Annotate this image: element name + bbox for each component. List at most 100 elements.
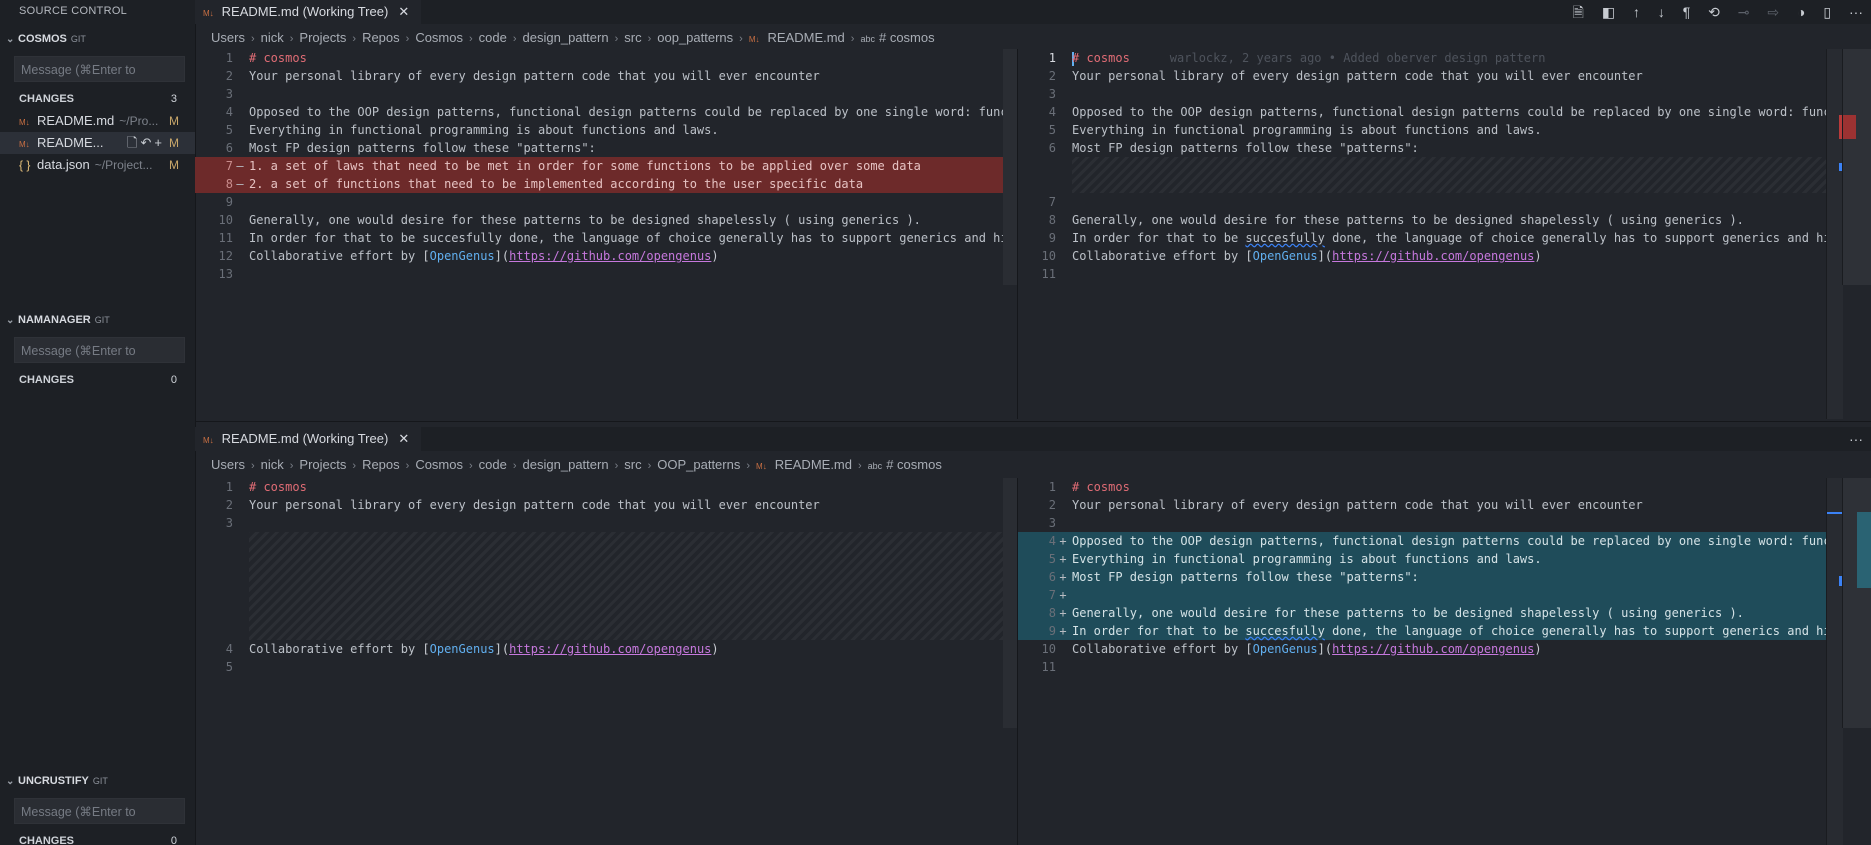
inserted-line: 4 + Opposed to the OOP design patterns, fu… (1018, 532, 1826, 550)
breadcrumb-item[interactable]: code (479, 30, 507, 45)
next-change-icon[interactable]: ↓ (1658, 4, 1665, 20)
editor-group-splitter[interactable] (195, 421, 1871, 422)
breadcrumb-item[interactable]: README.md (775, 457, 852, 472)
inserted-marker: + (1059, 552, 1067, 566)
diff-modified-pane-top[interactable]: 1 # cosmos warlockz, 2 years ago • Added o… (1018, 49, 1826, 419)
inline-view-icon[interactable]: ◧ (1602, 4, 1615, 20)
tab-readme-working-tree[interactable]: M↓ README.md (Working Tree) ✕ (195, 427, 422, 451)
breadcrumb-item[interactable]: nick (261, 30, 284, 45)
breadcrumb-item[interactable]: Cosmos (415, 30, 463, 45)
tab-readme-working-tree[interactable]: M↓ README.md (Working Tree) ✕ (195, 0, 422, 24)
git-lens-icon[interactable]: ◑ (1797, 4, 1805, 20)
code-line: 11 (1041, 660, 1056, 674)
breadcrumb-item[interactable]: # cosmos (886, 457, 942, 472)
discard-changes-icon[interactable]: ↶ (141, 135, 155, 150)
file-name: README.md (37, 113, 115, 128)
diff-original-pane-top[interactable]: 1 # cosmos 2 Your personal library of ever… (195, 49, 1003, 419)
changed-file-item[interactable]: { } data.json ~/Project... M (0, 154, 195, 176)
inserted-line: 8 + Generally, one would desire for these … (1018, 604, 1826, 622)
chevron-right-icon: › (469, 33, 473, 45)
minimap[interactable] (1842, 49, 1871, 285)
editor-actions: ··· (1835, 427, 1863, 451)
overview-ruler[interactable] (1826, 478, 1843, 845)
markdown-file-icon: M↓ (756, 462, 767, 471)
breadcrumb-item[interactable]: design_pattern (523, 457, 609, 472)
open-file-icon[interactable]: 🗋 (127, 135, 140, 150)
previous-change-icon[interactable]: ↑ (1633, 4, 1640, 20)
commit-message-input[interactable]: Message (⌘Enter to (14, 798, 185, 824)
deleted-marker: — (236, 159, 244, 173)
breadcrumb-item[interactable]: Projects (299, 457, 346, 472)
repo-tag: GIT (94, 315, 110, 325)
previous-commit-icon[interactable]: ⊸ (1738, 4, 1750, 20)
scrollbar[interactable] (1003, 49, 1017, 285)
repo-name: NAMANAGER (18, 314, 91, 326)
commit-message-input[interactable]: Message (⌘Enter to (14, 337, 185, 363)
changes-label: CHANGES (19, 374, 75, 386)
more-actions-icon[interactable]: ··· (1849, 431, 1863, 447)
markdown-file-icon: M↓ (203, 9, 214, 18)
markdown-file-icon: M↓ (203, 436, 214, 445)
open-changes-icon[interactable]: ⟲ (1708, 4, 1720, 20)
scrollbar[interactable] (1003, 478, 1017, 728)
code-line: 2 Your personal library of every design p… (1048, 69, 1643, 83)
code-line: 4 Opposed to the OOP design patterns, fun… (225, 105, 1003, 119)
breadcrumb-item[interactable]: # cosmos (879, 30, 935, 45)
breadcrumb-item[interactable]: Repos (362, 30, 400, 45)
repo-header-namanager[interactable]: ⌄ NAMANAGER GIT (0, 309, 195, 331)
stage-changes-icon[interactable]: + (154, 135, 165, 150)
next-commit-icon[interactable]: ⇨ (1767, 4, 1779, 20)
json-file-icon: { } (19, 158, 31, 172)
breadcrumb-item[interactable]: oop_patterns (657, 30, 733, 45)
repo-tag: GIT (70, 34, 86, 44)
repo-header-cosmos[interactable]: ⌄ COSMOS GIT (0, 28, 195, 50)
open-file-icon[interactable]: 🗎 (1573, 4, 1584, 20)
breadcrumb-item[interactable]: Users (211, 457, 245, 472)
breadcrumb-item[interactable]: design_pattern (523, 30, 609, 45)
breadcrumb-item[interactable]: Projects (299, 30, 346, 45)
breadcrumb-item[interactable]: Users (211, 30, 245, 45)
editor-group-top: M↓ README.md (Working Tree) ✕ 🗎 ◧ ↑ ↓ ¶ ⟲ … (195, 0, 1871, 52)
breadcrumb-item[interactable]: Cosmos (415, 457, 463, 472)
changes-count: 3 (170, 93, 177, 105)
breadcrumb-item[interactable]: README.md (768, 30, 845, 45)
breadcrumb-item[interactable]: src (624, 457, 641, 472)
repo-header-uncrustify[interactable]: ⌄ UNCRUSTIFY GIT (0, 770, 195, 792)
code-line: 9 In order for that to be succesfully don… (1048, 231, 1826, 245)
changes-header[interactable]: CHANGES 0 (0, 369, 195, 391)
changes-label: CHANGES (19, 93, 75, 105)
minimap[interactable] (1842, 478, 1871, 728)
commit-message-input[interactable]: Message (⌘Enter to (14, 56, 185, 82)
overview-ruler[interactable] (1826, 49, 1843, 419)
breadcrumb-item[interactable]: Repos (362, 457, 400, 472)
more-actions-icon[interactable]: ··· (1849, 4, 1863, 20)
changes-label: CHANGES (19, 835, 75, 845)
split-editor-icon[interactable]: ▯ (1823, 4, 1831, 20)
changes-count: 0 (170, 374, 177, 386)
code-line: 1 # cosmos warlockz, 2 years ago • Added o… (1048, 51, 1546, 66)
repo-uncrustify: ⌄ UNCRUSTIFY GIT Message (⌘Enter to CHANGE… (0, 770, 195, 845)
breadcrumb-item[interactable]: OOP_patterns (657, 457, 740, 472)
changed-file-item[interactable]: M↓ README.md ~/Pro... M (0, 110, 195, 132)
inline-blame: warlockz, 2 years ago • Added oberver de… (1169, 51, 1546, 65)
diff-original-pane-bottom[interactable]: 1 # cosmos 2 Your personal library of ever… (195, 478, 1003, 845)
breadcrumb-item[interactable]: code (479, 457, 507, 472)
inserted-marker: + (1059, 570, 1067, 584)
inserted-line: 5 + Everything in functional programming i… (1018, 550, 1826, 568)
diff-filler-hatch (1072, 157, 1826, 193)
close-icon[interactable]: ✕ (398, 431, 409, 446)
diff-modified-pane-bottom[interactable]: 1 # cosmos 2 Your personal library of ever… (1018, 478, 1826, 845)
file-path: ~/Pro... (119, 114, 159, 128)
whitespace-icon[interactable]: ¶ (1683, 4, 1691, 20)
close-icon[interactable]: ✕ (398, 4, 409, 19)
inserted-line: 9 + In order for that to be succesfully do… (1018, 622, 1826, 640)
chevron-down-icon: ⌄ (6, 776, 15, 787)
changes-header[interactable]: CHANGES 3 (0, 88, 195, 110)
code-line: 4 Opposed to the OOP design patterns, fun… (1048, 105, 1826, 119)
changes-header[interactable]: CHANGES 0 (0, 830, 195, 845)
changed-file-item-selected[interactable]: M↓ README... 🗋↶+ M (0, 132, 195, 154)
breadcrumb-item[interactable]: src (624, 30, 641, 45)
code-line: 3 (225, 516, 233, 530)
repo-name: COSMOS (18, 33, 67, 45)
breadcrumb-item[interactable]: nick (261, 457, 284, 472)
